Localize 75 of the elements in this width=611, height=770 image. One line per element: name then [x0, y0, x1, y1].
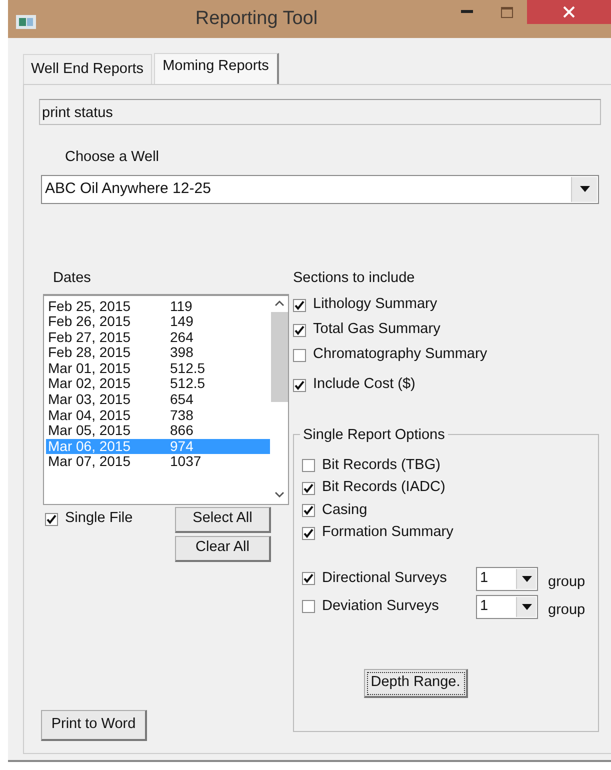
- checkbox[interactable]: [302, 482, 315, 495]
- date-text: Mar 01, 2015: [48, 360, 132, 376]
- checkbox-label: Bit Records (IADC): [322, 478, 446, 498]
- checkbox-label: Chromatography Summary: [313, 345, 488, 364]
- checkbox-label: Bit Records (TBG): [322, 456, 440, 475]
- close-icon[interactable]: [527, 0, 611, 24]
- list-row[interactable]: Mar 07, 2015 1037: [46, 454, 270, 470]
- depth-text: 974: [170, 438, 194, 454]
- depth-text: 119: [170, 298, 192, 314]
- well-dropdown[interactable]: ABC Oil Anywhere 12-25: [41, 174, 599, 204]
- list-row[interactable]: Mar 04, 2015 738: [46, 408, 270, 424]
- list-row[interactable]: Feb 25, 2015 119: [46, 298, 270, 314]
- window-title: Reporting Tool: [194, 6, 319, 31]
- depth-text: 1037: [170, 454, 202, 470]
- date-text: Mar 06, 2015: [48, 438, 132, 454]
- checkbox-label: Deviation Surveys: [322, 596, 439, 616]
- list-label: Dates: [53, 268, 91, 288]
- list-row[interactable]: Feb 27, 2015 264: [46, 330, 270, 346]
- checkbox-label: Single File: [65, 509, 133, 528]
- checkbox[interactable]: [45, 512, 58, 526]
- checkbox-label: Include Cost ($): [313, 375, 416, 394]
- checkbox[interactable]: [293, 378, 306, 392]
- depth-text: 149: [170, 314, 194, 330]
- checkbox-label: Lithology Summary: [313, 295, 438, 314]
- unit-label: group: [548, 572, 586, 592]
- scroll-down-icon[interactable]: [274, 492, 284, 498]
- depth-text: 866: [170, 423, 194, 439]
- count-dropdown[interactable]: 1: [476, 594, 538, 618]
- depth-text: 654: [170, 392, 194, 408]
- list-row[interactable]: Mar 02, 2015 512.5: [46, 376, 270, 392]
- checkbox[interactable]: [302, 459, 315, 472]
- scroll-up-icon[interactable]: [274, 300, 284, 306]
- depth-range-button[interactable]: Depth Range.: [364, 668, 468, 698]
- scrollbar-thumb[interactable]: [270, 312, 288, 402]
- checkbox-label: Directional Surveys: [322, 568, 447, 588]
- depth-text: 512.5: [170, 376, 206, 392]
- unit-label: group: [548, 600, 586, 620]
- depth-text: 738: [170, 408, 194, 424]
- checkbox-label: Formation Summary: [322, 523, 454, 542]
- list-row[interactable]: Mar 03, 2015 654: [46, 392, 270, 408]
- checkbox[interactable]: [302, 572, 315, 585]
- depth-text: 398: [170, 345, 194, 361]
- date-text: Mar 07, 2015: [48, 454, 132, 470]
- checkbox[interactable]: [302, 504, 315, 518]
- list-row[interactable]: Mar 05, 2015 866: [46, 423, 270, 439]
- date-text: Mar 05, 2015: [48, 423, 132, 439]
- depth-text: 264: [170, 330, 194, 346]
- status-field: print status: [39, 99, 601, 125]
- field-label: Choose a Well: [65, 148, 160, 167]
- checkbox-label: Total Gas Summary: [313, 320, 440, 340]
- depth-text: 512.5: [170, 360, 206, 376]
- list-row[interactable]: Feb 26, 2015 149: [46, 314, 270, 330]
- list-row[interactable]: Feb 28, 2015 398: [46, 345, 270, 361]
- date-text: Feb 25, 2015: [48, 298, 132, 314]
- tab[interactable]: Well End Reports: [23, 54, 152, 84]
- checkbox[interactable]: [302, 600, 315, 613]
- date-text: Feb 26, 2015: [48, 314, 132, 330]
- checkbox[interactable]: [293, 348, 306, 362]
- date-text: Mar 02, 2015: [48, 376, 132, 392]
- date-text: Feb 27, 2015: [48, 330, 132, 346]
- tab[interactable]: Moming Reports: [154, 53, 279, 84]
- count-dropdown[interactable]: 1: [476, 566, 538, 590]
- list-row[interactable]: Mar 01, 2015 512.5: [46, 360, 270, 376]
- checkbox-label: Casing: [322, 500, 368, 520]
- list-button[interactable]: Select All: [175, 506, 271, 532]
- section-heading: Sections to include: [293, 268, 415, 288]
- print-button[interactable]: Print to Word: [41, 710, 147, 740]
- app-icon: [16, 12, 36, 26]
- checkbox[interactable]: [293, 298, 306, 312]
- date-text: Feb 28, 2015: [48, 345, 132, 361]
- date-text: Mar 03, 2015: [48, 392, 132, 408]
- date-text: Mar 04, 2015: [48, 408, 132, 424]
- list-button[interactable]: Clear All: [175, 536, 271, 562]
- checkbox[interactable]: [293, 324, 306, 336]
- checkbox[interactable]: [302, 526, 315, 540]
